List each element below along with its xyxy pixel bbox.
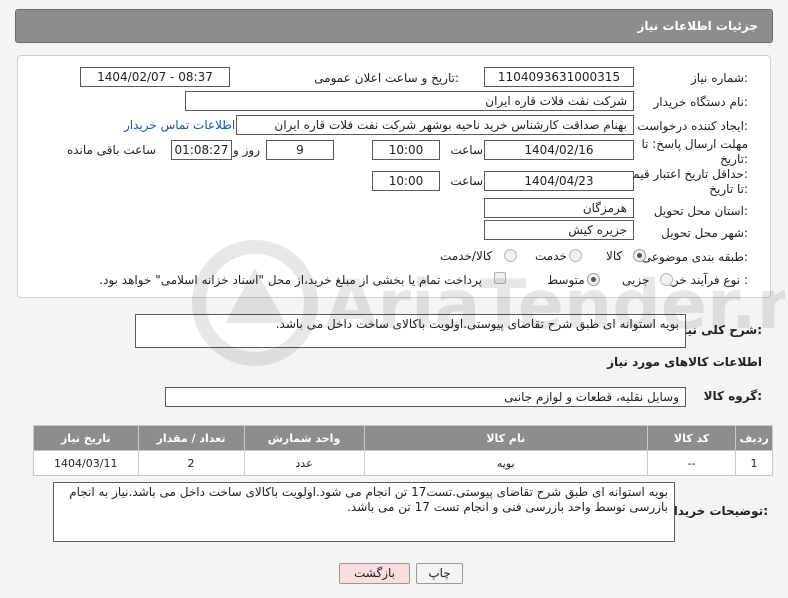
buyer-notes-field: بویه استوانه ای طبق شرح تقاضای پیوستی.تس… bbox=[53, 482, 675, 542]
price-validity-label: حداقل تاریخ اعتبار قیمت: bbox=[621, 167, 748, 181]
announce-date-label: تاریخ و ساعت اعلان عمومی: bbox=[314, 71, 459, 85]
goods-group-label: گروه کالا: bbox=[703, 389, 762, 403]
page-title: جزئیات اطلاعات نیاز bbox=[637, 19, 758, 33]
cell-date: 1404/03/11 bbox=[33, 450, 139, 476]
goods-section-title: اطلاعات کالاهای مورد نیاز bbox=[607, 355, 762, 369]
category-label: طبقه بندی موضوعی: bbox=[641, 250, 748, 264]
treasury-payment-note: پرداخت تمام یا بخشی از مبلغ خرید،از محل … bbox=[99, 273, 482, 287]
reply-time-field: 10:00 bbox=[372, 140, 440, 160]
category-service-radio[interactable] bbox=[569, 249, 582, 262]
reply-deadline-label: مهلت ارسال پاسخ: تا bbox=[641, 137, 748, 151]
col-code: کد کالا bbox=[647, 425, 737, 451]
table-row: 1 -- بویه عدد 2 1404/03/11 bbox=[33, 450, 773, 476]
cell-qty: 2 bbox=[137, 450, 245, 476]
process-type-label: نوع فرآیند خرید : bbox=[663, 273, 748, 287]
col-date: تاریخ نیاز bbox=[33, 425, 139, 451]
process-minor-label: جزیی bbox=[622, 273, 650, 287]
remaining-time-field: 01:08:27 bbox=[171, 140, 232, 160]
goods-table-header: ردیف کد کالا نام کالا واحد شمارش تعداد /… bbox=[33, 425, 773, 451]
creator-label: ایجاد کننده درخواست: bbox=[637, 119, 748, 133]
category-goods-radio[interactable] bbox=[633, 249, 646, 262]
buyer-label: نام دستگاه خریدار: bbox=[653, 95, 749, 109]
remaining-label: ساعت باقی مانده bbox=[66, 143, 156, 157]
price-validity-label-2: تا تاریخ: bbox=[709, 182, 748, 196]
category-service-label: خدمت bbox=[535, 249, 567, 263]
city-field: جزیره کیش bbox=[484, 220, 634, 240]
buyer-field: شرکت نفت فلات قاره ایران bbox=[185, 91, 634, 111]
creator-field: بهنام صداقت کارشناس خرید ناحیه بوشهر شرک… bbox=[236, 115, 634, 135]
price-date-field: 1404/04/23 bbox=[484, 171, 634, 191]
col-qty: تعداد / مقدار bbox=[137, 425, 245, 451]
price-time-field: 10:00 bbox=[372, 171, 440, 191]
reply-deadline-label-2: تاریخ: bbox=[720, 152, 748, 166]
goods-group-field: وسایل نقلیه، قطعات و لوازم جانبی bbox=[165, 387, 686, 407]
process-minor-radio[interactable] bbox=[660, 273, 673, 286]
process-medium-radio[interactable] bbox=[587, 273, 600, 286]
reply-time-label: ساعت bbox=[450, 143, 483, 157]
need-number-label: شماره نیاز: bbox=[690, 71, 748, 85]
goods-table: ردیف کد کالا نام کالا واحد شمارش تعداد /… bbox=[33, 425, 773, 476]
col-name: نام کالا bbox=[363, 425, 649, 451]
reply-date-field: 1404/02/16 bbox=[484, 140, 634, 160]
category-goods-label: کالا bbox=[606, 249, 623, 263]
buyer-contact-link[interactable]: اطلاعات تماس خریدار bbox=[124, 118, 235, 132]
print-button[interactable]: چاپ bbox=[416, 563, 463, 584]
col-row: ردیف bbox=[735, 425, 773, 451]
cell-row: 1 bbox=[735, 450, 773, 476]
announce-date-field: 1404/02/07 - 08:37 bbox=[80, 67, 230, 87]
back-button[interactable]: بازگشت bbox=[339, 563, 410, 584]
page-header: جزئیات اطلاعات نیاز bbox=[15, 9, 773, 43]
category-both-label: کالا/خدمت bbox=[440, 249, 493, 263]
need-number-field: 1104093631000315 bbox=[484, 67, 634, 87]
price-time-label: ساعت bbox=[450, 174, 483, 188]
description-field: بویه استوانه ای طبق شرح تقاضای پیوستی.او… bbox=[135, 314, 686, 348]
days-label: روز و bbox=[233, 143, 260, 157]
cell-unit: عدد bbox=[243, 450, 365, 476]
description-label: شرح کلی نیاز: bbox=[676, 323, 762, 337]
province-label: استان محل تحویل: bbox=[653, 204, 748, 218]
remaining-days-field: 9 bbox=[266, 140, 334, 160]
buyer-notes-label: توضیحات خریدار: bbox=[666, 504, 768, 518]
cell-name: بویه bbox=[363, 450, 649, 476]
col-unit: واحد شمارش bbox=[243, 425, 365, 451]
province-field: هرمزگان bbox=[484, 198, 634, 218]
treasury-payment-checkbox[interactable] bbox=[494, 272, 506, 284]
process-medium-label: متوسط bbox=[547, 273, 585, 287]
city-label: شهر محل تحویل: bbox=[661, 226, 748, 240]
category-both-radio[interactable] bbox=[504, 249, 517, 262]
cell-code: -- bbox=[647, 450, 737, 476]
